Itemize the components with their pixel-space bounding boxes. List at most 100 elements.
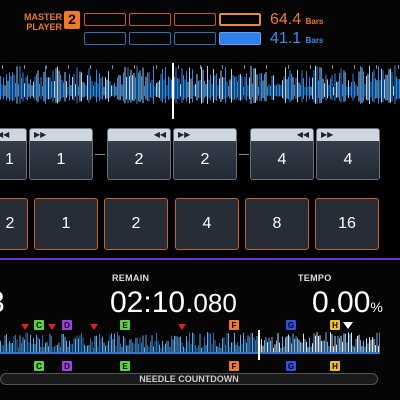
waveform-bar: [375, 78, 376, 99]
waveform-bar: [319, 335, 321, 352]
waveform-bar: [117, 77, 118, 100]
beat-pad[interactable]: 4: [175, 198, 239, 250]
waveform-bar: [7, 80, 9, 98]
pad-label: 1: [5, 151, 14, 168]
waveform-bar: [12, 343, 13, 352]
waveform-bar: [175, 67, 177, 104]
rewind-icon: ◀◀: [0, 130, 10, 139]
waveform-bar: [348, 332, 349, 352]
waveform-bar: [276, 340, 277, 352]
loop-pad[interactable]: ◀◀ 2: [107, 128, 171, 180]
waveform-bar: [76, 335, 78, 352]
playhead-line: [258, 330, 260, 360]
waveform-bar: [109, 335, 111, 352]
waveform-bar: [382, 70, 384, 103]
waveform-bar: [349, 334, 351, 352]
waveform-bar: [345, 72, 346, 102]
waveform-bar: [346, 86, 348, 96]
waveform-bar: [270, 85, 271, 96]
waveform-bar: [19, 335, 21, 352]
loop-pad[interactable]: ▶▶ 4: [316, 128, 380, 180]
waveform-bar: [271, 76, 273, 100]
waveform-bar: [231, 69, 232, 103]
waveform-bar: [385, 74, 387, 101]
waveform-bar: [202, 69, 204, 103]
waveform-bar: [267, 342, 268, 352]
loop-pad[interactable]: ▶▶ 2: [173, 128, 237, 180]
waveform-bar: [204, 80, 205, 98]
waveform-bar: [309, 337, 310, 352]
waveform-bar: [286, 336, 288, 352]
waveform-bar: [352, 73, 354, 101]
waveform-bar: [216, 73, 217, 101]
waveform-bar: [229, 79, 231, 99]
waveform-bar: [306, 71, 307, 102]
beat-pad[interactable]: 2: [0, 198, 28, 250]
waveform-bar: [378, 66, 379, 104]
waveform-bar: [135, 77, 136, 100]
waveform-bar: [228, 333, 229, 352]
waveform-bar: [283, 76, 285, 100]
beat-pad[interactable]: 16: [315, 198, 379, 250]
waveform-bar: [274, 344, 276, 352]
waveform-bar: [45, 342, 46, 352]
waveform-bar: [310, 346, 312, 352]
waveform-bar: [78, 86, 79, 96]
waveform-bar: [321, 67, 322, 104]
waveform-bar: [21, 77, 22, 100]
waveform-bar: [337, 81, 339, 98]
waveform-bar: [387, 74, 388, 101]
waveform-bar: [115, 86, 117, 96]
waveform-bar: [370, 81, 372, 98]
waveform-bar: [49, 77, 51, 100]
waveform-bar: [51, 81, 52, 98]
waveform-bar: [117, 332, 118, 352]
waveform-bar: [69, 340, 70, 352]
waveform-bar: [93, 85, 94, 96]
waveform-bar: [36, 73, 37, 101]
loop-pad[interactable]: ▶▶ 1: [29, 128, 93, 180]
waveform-bar: [133, 73, 135, 101]
waveform-bar: [300, 342, 301, 352]
waveform-bar: [303, 78, 304, 99]
waveform-bar: [132, 342, 133, 352]
waveform-bar: [282, 336, 283, 352]
waveform-bar: [216, 346, 217, 352]
waveform-bar: [166, 340, 168, 352]
waveform-bar: [187, 341, 189, 352]
waveform-bar: [102, 76, 103, 100]
loop-pad[interactable]: ◀◀ 4: [250, 128, 314, 180]
waveform-bar: [130, 69, 132, 103]
waveform-bar: [40, 77, 42, 100]
needle-countdown-bar[interactable]: NEEDLE COUNTDOWN: [0, 373, 378, 385]
waveform-bar: [85, 346, 87, 352]
overview-waveform[interactable]: [0, 62, 400, 119]
pad-label: 2: [200, 151, 210, 168]
beat-pad[interactable]: 8: [245, 198, 309, 250]
waveform-bar: [96, 69, 97, 103]
waveform-bar: [313, 333, 315, 352]
waveform-bar: [25, 77, 27, 100]
waveform-bar: [394, 65, 396, 105]
waveform-bar: [156, 82, 157, 98]
blue-bars-value: 41.1: [270, 30, 302, 47]
hot-cue-g-marker: G: [286, 361, 296, 371]
waveform-bar: [40, 346, 42, 352]
loop-pad[interactable]: ◀◀ 1: [0, 128, 27, 180]
waveform-bar: [355, 84, 357, 97]
waveform-bar: [253, 337, 255, 352]
waveform-bar: [189, 332, 190, 352]
pad-connector: [239, 154, 249, 155]
master-label: MASTER: [24, 12, 62, 22]
beat-pad[interactable]: 2: [104, 198, 168, 250]
waveform-bar: [316, 332, 318, 352]
waveform-bar: [237, 81, 238, 98]
waveform-bar: [288, 76, 289, 100]
waveform-bar: [96, 335, 97, 352]
waveform-bar: [366, 338, 367, 352]
waveform-bar: [187, 81, 189, 98]
track-position-waveform[interactable]: [0, 330, 381, 360]
beat-pad[interactable]: 1: [34, 198, 98, 250]
waveform-bar: [286, 79, 288, 99]
waveform-bar: [354, 346, 355, 352]
